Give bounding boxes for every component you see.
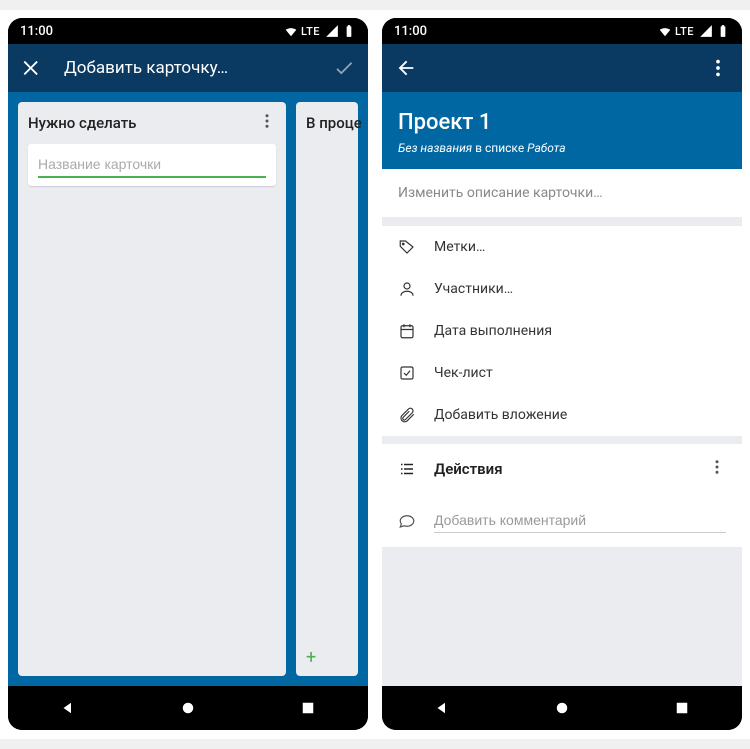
square-recent-icon <box>299 699 317 717</box>
network-label: LTE <box>301 25 320 38</box>
checklist-label: Чек-лист <box>434 365 493 381</box>
attachment-row[interactable]: Добавить вложение <box>382 394 742 436</box>
status-time: 11:00 <box>394 24 427 39</box>
nav-recent-button[interactable] <box>652 686 712 730</box>
arrow-back-icon <box>395 57 417 79</box>
attachment-icon <box>398 406 416 424</box>
actions-menu-button[interactable] <box>708 458 726 480</box>
duedate-row[interactable]: Дата выполнения <box>382 310 742 352</box>
attachment-label: Добавить вложение <box>434 407 567 423</box>
triangle-back-icon <box>59 699 77 717</box>
calendar-icon <box>398 322 416 340</box>
battery-icon <box>342 24 356 38</box>
checklist-icon <box>398 364 416 382</box>
card-title: Проект 1 <box>398 110 726 135</box>
actions-label: Действия <box>434 460 503 478</box>
nav-back-button[interactable] <box>412 686 472 730</box>
comment-row <box>382 494 742 547</box>
more-vert-icon <box>258 112 276 130</box>
back-button[interactable] <box>392 54 420 82</box>
card-header: Проект 1 Без названия в списке Работа <box>382 92 742 169</box>
board-area: Нужно сделать В проце + <box>8 92 368 686</box>
person-icon <box>398 280 416 298</box>
nav-home-button[interactable] <box>532 686 592 730</box>
nav-bar <box>8 686 368 730</box>
nav-recent-button[interactable] <box>278 686 338 730</box>
phone-left: 11:00 LTE Добавить карточку… Нужно сдела… <box>8 18 368 730</box>
list-title: В проце <box>306 114 348 132</box>
comment-icon <box>398 512 416 530</box>
list-title: Нужно сделать <box>28 114 258 132</box>
close-button[interactable] <box>18 54 46 82</box>
close-icon <box>21 57 43 79</box>
nav-home-button[interactable] <box>158 686 218 730</box>
actions-header: Действия <box>382 444 742 494</box>
edit-description[interactable]: Изменить описание карточки… <box>382 169 742 218</box>
options-group: Метки… Участники… Дата выполнения Чек-ли… <box>382 226 742 436</box>
wifi-icon <box>658 24 672 38</box>
new-card <box>28 144 276 186</box>
card-body: Изменить описание карточки… Метки… Участ… <box>382 169 742 686</box>
card-subtitle: Без названия в списке Работа <box>398 141 726 155</box>
checklist-row[interactable]: Чек-лист <box>382 352 742 394</box>
nav-back-button[interactable] <box>38 686 98 730</box>
overflow-menu-button[interactable] <box>704 54 732 82</box>
phone-right: 11:00 LTE Проект 1 Без названия в списке… <box>382 18 742 730</box>
members-row[interactable]: Участники… <box>382 268 742 310</box>
square-recent-icon <box>673 699 691 717</box>
list-todo: Нужно сделать <box>18 102 286 676</box>
signal-icon <box>699 24 713 38</box>
duedate-label: Дата выполнения <box>434 323 552 339</box>
app-bar: Добавить карточку… <box>8 44 368 92</box>
status-bar: 11:00 LTE <box>8 18 368 44</box>
add-card-icon: + <box>306 647 316 668</box>
circle-home-icon <box>553 699 571 717</box>
wifi-icon <box>284 24 298 38</box>
circle-home-icon <box>179 699 197 717</box>
appbar-title: Добавить карточку… <box>64 58 312 78</box>
battery-icon <box>716 24 730 38</box>
nav-bar <box>382 686 742 730</box>
network-label: LTE <box>675 25 694 38</box>
signal-icon <box>325 24 339 38</box>
confirm-button[interactable] <box>330 54 358 82</box>
more-vert-icon <box>707 57 729 79</box>
triangle-back-icon <box>433 699 451 717</box>
more-vert-icon <box>708 458 726 476</box>
members-label: Участники… <box>434 281 513 297</box>
list-inprogress-peek[interactable]: В проце + <box>296 102 358 676</box>
list-menu-button[interactable] <box>258 112 276 134</box>
labels-row[interactable]: Метки… <box>382 226 742 268</box>
comment-input[interactable] <box>434 508 726 533</box>
app-bar <box>382 44 742 92</box>
check-icon <box>333 57 355 79</box>
status-bar: 11:00 LTE <box>382 18 742 44</box>
status-time: 11:00 <box>20 24 53 39</box>
activity-icon <box>398 460 416 478</box>
tag-icon <box>398 238 416 256</box>
labels-label: Метки… <box>434 239 485 255</box>
card-name-input[interactable] <box>38 154 266 178</box>
